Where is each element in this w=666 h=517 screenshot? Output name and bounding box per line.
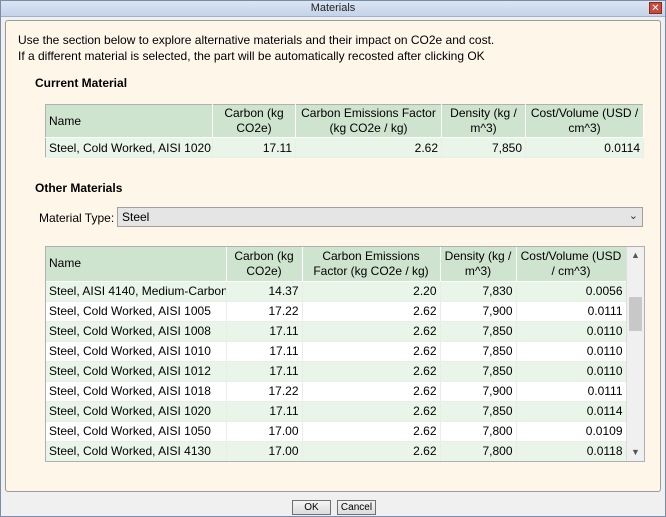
cell-density: 7,850: [440, 401, 517, 422]
cell-cost: 0.0110: [516, 321, 627, 342]
material-type-label: Material Type:: [39, 211, 115, 225]
cell-factor: 2.62: [302, 421, 441, 442]
cell-density: 7,830: [440, 281, 517, 302]
col-header-cost[interactable]: Cost/Volume (USD / cm^3): [516, 247, 627, 282]
cell-name: Steel, Cold Worked, AISI 4130: [46, 441, 227, 461]
cell-name: Steel, Cold Worked, AISI 1008: [46, 321, 227, 342]
table-row[interactable]: Steel, Cold Worked, AISI 1050 17.00 2.62…: [46, 421, 627, 442]
cell-name: Steel, Cold Worked, AISI 1020: [46, 401, 227, 422]
col-header-density[interactable]: Density (kg / m^3): [441, 104, 526, 138]
col-header-cost[interactable]: Cost/Volume (USD / cm^3): [525, 104, 644, 138]
content-panel: Use the section below to explore alterna…: [5, 20, 661, 492]
scroll-up-icon[interactable]: ▲: [627, 247, 644, 264]
vertical-scrollbar[interactable]: ▲ ▼: [626, 247, 644, 461]
cell-name: Steel, Cold Worked, AISI 1018: [46, 381, 227, 402]
other-materials-table: Name Carbon (kg CO2e) Carbon Emissions F…: [46, 247, 627, 461]
cell-name: Steel, Cold Worked, AISI 1012: [46, 361, 227, 382]
cell-carbon: 17.11: [212, 137, 296, 158]
other-materials-grid[interactable]: Name Carbon (kg CO2e) Carbon Emissions F…: [45, 246, 645, 462]
table-row[interactable]: Steel, Cold Worked, AISI 1005 17.22 2.62…: [46, 301, 627, 322]
material-type-value: Steel: [122, 210, 150, 224]
cell-name: Steel, Cold Worked, AISI 1005: [46, 301, 227, 322]
cell-density: 7,850: [440, 321, 517, 342]
cell-cost: 0.0110: [516, 361, 627, 382]
cell-carbon: 17.11: [226, 321, 303, 342]
col-header-name[interactable]: Name: [45, 104, 213, 138]
cell-factor: 2.62: [302, 361, 441, 382]
cell-carbon: 14.37: [226, 281, 303, 302]
cell-factor: 2.62: [302, 321, 441, 342]
current-material-heading: Current Material: [35, 76, 128, 90]
table-row[interactable]: Steel, Cold Worked, AISI 1020 17.11 2.62…: [45, 137, 644, 158]
cell-carbon: 17.00: [226, 441, 303, 461]
cell-cost: 0.0056: [516, 281, 627, 302]
cell-carbon: 17.11: [226, 341, 303, 362]
cell-carbon: 17.22: [226, 381, 303, 402]
cell-factor: 2.62: [302, 381, 441, 402]
col-header-name[interactable]: Name: [46, 247, 227, 282]
table-row[interactable]: Steel, Cold Worked, AISI 4130 17.00 2.62…: [46, 441, 627, 461]
cell-density: 7,850: [440, 341, 517, 362]
cell-name: Steel, Cold Worked, AISI 1020: [45, 137, 213, 158]
cell-density: 7,850: [440, 361, 517, 382]
scroll-down-icon[interactable]: ▼: [627, 444, 644, 461]
cell-cost: 0.0109: [516, 421, 627, 442]
col-header-carbon[interactable]: Carbon (kg CO2e): [212, 104, 296, 138]
chevron-down-icon: ⌄: [628, 210, 638, 222]
col-header-carbon[interactable]: Carbon (kg CO2e): [226, 247, 303, 282]
cell-density: 7,850: [441, 137, 526, 158]
cell-carbon: 17.00: [226, 421, 303, 442]
intro-line-1: Use the section below to explore alterna…: [18, 33, 495, 47]
cell-density: 7,900: [440, 381, 517, 402]
cell-cost: 0.0110: [516, 341, 627, 362]
col-header-density[interactable]: Density (kg / m^3): [440, 247, 517, 282]
cell-name: Steel, Cold Worked, AISI 1050: [46, 421, 227, 442]
title-bar[interactable]: Materials ✕: [1, 1, 665, 17]
cell-name: Steel, Cold Worked, AISI 1010: [46, 341, 227, 362]
cell-factor: 2.62: [295, 137, 442, 158]
cell-factor: 2.62: [302, 301, 441, 322]
cell-name: Steel, AISI 4140, Medium-Carbon: [46, 281, 227, 302]
cell-cost: 0.0114: [516, 401, 627, 422]
table-row[interactable]: Steel, Cold Worked, AISI 1008 17.11 2.62…: [46, 321, 627, 342]
cell-factor: 2.62: [302, 401, 441, 422]
table-row[interactable]: Steel, Cold Worked, AISI 1010 17.11 2.62…: [46, 341, 627, 362]
material-type-select[interactable]: Steel ⌄: [117, 207, 643, 227]
ok-button[interactable]: OK: [292, 500, 331, 515]
cell-density: 7,800: [440, 441, 517, 461]
table-row[interactable]: Steel, Cold Worked, AISI 1012 17.11 2.62…: [46, 361, 627, 382]
cell-factor: 2.62: [302, 341, 441, 362]
cell-factor: 2.20: [302, 281, 441, 302]
cell-density: 7,800: [440, 421, 517, 442]
table-row[interactable]: Steel, Cold Worked, AISI 1020 17.11 2.62…: [46, 401, 627, 422]
scroll-thumb[interactable]: [629, 297, 642, 331]
table-row[interactable]: Steel, AISI 4140, Medium-Carbon 14.37 2.…: [46, 281, 627, 302]
cell-cost: 0.0114: [525, 137, 644, 158]
window-title: Materials: [310, 2, 356, 14]
col-header-factor[interactable]: Carbon Emissions Factor (kg CO2e / kg): [302, 247, 441, 282]
cell-cost: 0.0111: [516, 301, 627, 322]
other-materials-heading: Other Materials: [35, 181, 123, 195]
cell-cost: 0.0118: [516, 441, 627, 461]
cell-cost: 0.0111: [516, 381, 627, 402]
table-row[interactable]: Steel, Cold Worked, AISI 1018 17.22 2.62…: [46, 381, 627, 402]
intro-line-2: If a different material is selected, the…: [18, 49, 485, 63]
cell-carbon: 17.22: [226, 301, 303, 322]
cell-carbon: 17.11: [226, 401, 303, 422]
close-icon[interactable]: ✕: [649, 2, 662, 14]
materials-dialog: Materials ✕ Use the section below to exp…: [0, 0, 666, 517]
cancel-button[interactable]: Cancel: [337, 500, 376, 515]
cell-carbon: 17.11: [226, 361, 303, 382]
col-header-factor[interactable]: Carbon Emissions Factor (kg CO2e / kg): [295, 104, 442, 138]
cell-factor: 2.62: [302, 441, 441, 461]
cell-density: 7,900: [440, 301, 517, 322]
current-material-table: Name Carbon (kg CO2e) Carbon Emissions F…: [45, 104, 644, 158]
intro-text: Use the section below to explore alterna…: [18, 32, 494, 64]
